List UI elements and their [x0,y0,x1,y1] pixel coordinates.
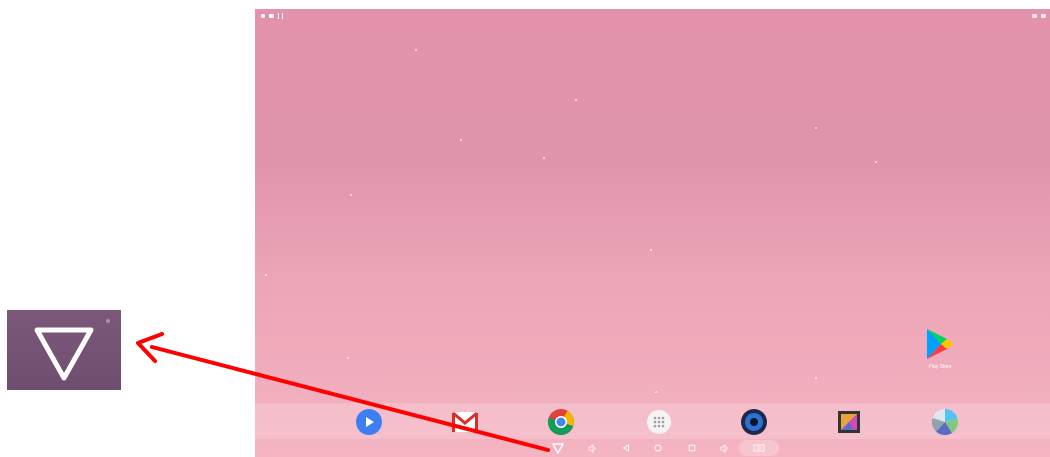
zoomed-triangle-inset [7,310,121,390]
home-icon [654,444,662,452]
android-screen: Play Store ⌃ [255,9,1050,457]
chrome-icon[interactable] [547,408,575,436]
volume-down-button[interactable] [585,441,599,455]
play-store-icon [927,329,954,359]
back-icon [622,444,629,452]
screenshot-icon [753,444,765,452]
image-notification-icon [269,13,274,18]
camera-aperture-icon[interactable] [931,408,959,436]
app-drawer-handle-icon[interactable]: ⌃ [653,391,660,399]
notification-dot-icon [261,13,265,18]
wallpaper-sparkle [575,99,577,101]
hide-navbar-triangle-icon [552,442,564,454]
page: Play Store ⌃ [0,0,1050,457]
status-bar [255,9,1050,22]
home-button[interactable] [651,441,665,455]
wallpaper-sparkle [875,161,877,163]
gmail-icon[interactable] [451,408,479,436]
usb-icon [278,12,283,19]
app-drawer-icon[interactable] [645,408,673,436]
wallpaper-sparkle [350,194,352,196]
clock-icon [1041,13,1046,18]
wallpaper-sparkle [415,49,417,51]
navigation-bar [255,439,1050,457]
recents-button[interactable] [685,441,699,455]
wallpaper-sparkle [347,357,349,359]
hide-navbar-button[interactable] [551,441,565,455]
status-icons-right [1032,13,1046,18]
volume-down-icon [588,443,595,453]
dock [255,403,1050,439]
status-icons-left [261,12,283,19]
recents-icon [688,444,696,452]
back-button[interactable] [619,441,633,455]
wallpaper-sparkle [265,274,267,276]
wallpaper-sparkle [815,377,817,379]
play-store-label: Play Store [928,364,952,370]
battery-icon [1032,13,1037,18]
screenshot-button[interactable] [739,440,779,456]
volume-up-button[interactable] [717,441,731,455]
play-store-shortcut[interactable]: Play Store [923,328,957,370]
wallpaper-sparkle [543,157,545,159]
volume-up-icon [720,443,727,453]
gallery-icon[interactable] [835,408,863,436]
play-movies-icon[interactable] [355,408,383,436]
wallpaper-sparkle [650,249,652,251]
wallpaper-sparkle [460,139,462,141]
wallpaper-sparkle [815,127,817,129]
music-speaker-icon[interactable] [740,408,768,436]
zoomed-triangle-icon [34,319,110,381]
